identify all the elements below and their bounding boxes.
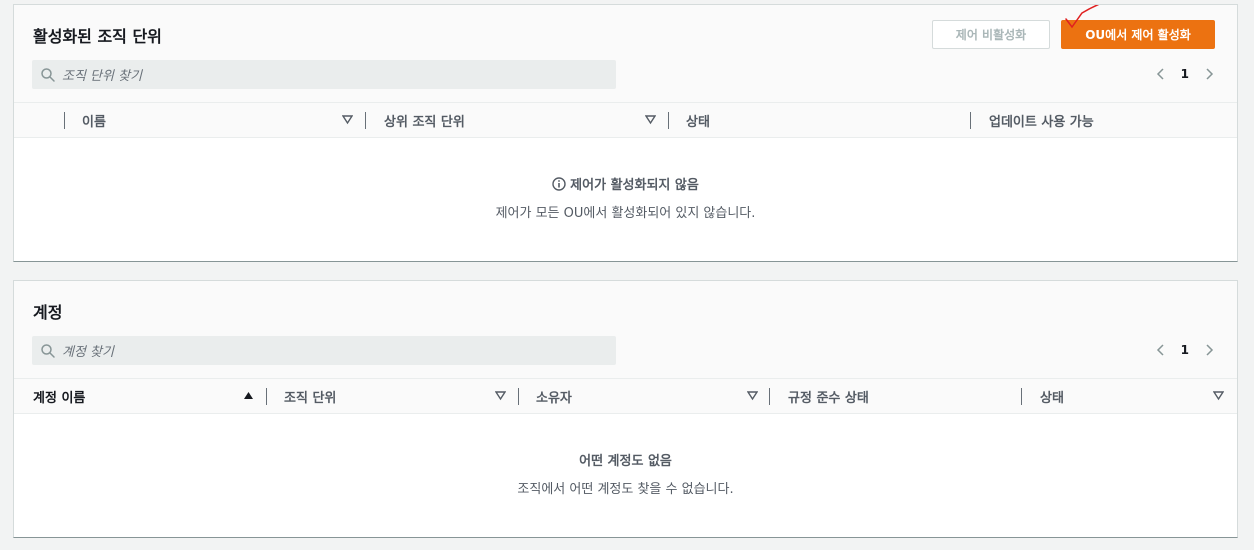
column-header-owner[interactable]: 소유자 (536, 379, 572, 413)
accounts-search-input[interactable]: 계정 찾기 (32, 336, 616, 365)
column-header-status[interactable]: 상태 (1040, 379, 1064, 413)
column-header-compliance-status[interactable]: 규정 준수 상태 (788, 379, 869, 413)
ou-empty-state-description: 제어가 모든 OU에서 활성화되어 있지 않습니다. (495, 206, 756, 221)
ou-empty-state-title: 제어가 활성화되지 않음 (14, 174, 1237, 193)
accounts-panel: 계정 계정 찾기 1 계정 이름 조직 단위 소유자 규정 준수 상태 상태 어… (13, 280, 1238, 538)
column-divider (668, 112, 669, 129)
info-icon (552, 176, 566, 191)
enable-control-on-ou-button[interactable]: OU에서 제어 활성화 (1061, 20, 1215, 49)
ou-pagination: 1 (1155, 64, 1215, 84)
chevron-right-icon[interactable] (1203, 342, 1215, 358)
column-header-account-name[interactable]: 계정 이름 (33, 379, 85, 413)
accounts-table-header: 계정 이름 조직 단위 소유자 규정 준수 상태 상태 (14, 378, 1237, 414)
search-icon (40, 343, 56, 359)
caret-down-icon[interactable] (645, 114, 656, 125)
caret-down-icon[interactable] (1213, 390, 1224, 401)
column-divider (769, 388, 770, 405)
ou-page-number[interactable]: 1 (1181, 67, 1189, 81)
accounts-page-number[interactable]: 1 (1181, 343, 1189, 357)
caret-down-icon[interactable] (747, 390, 758, 401)
column-divider (266, 388, 267, 405)
chevron-left-icon[interactable] (1155, 342, 1167, 358)
search-icon (40, 67, 56, 83)
accounts-table-body: 어떤 계정도 없음 조직에서 어떤 계정도 찾을 수 없습니다. (14, 414, 1237, 537)
column-divider (970, 112, 971, 129)
caret-up-icon[interactable] (243, 390, 254, 401)
column-header-name[interactable]: 이름 (82, 103, 106, 137)
ou-panel-title: 활성화된 조직 단위 (33, 27, 162, 46)
ou-search-placeholder: 조직 단위 찾기 (62, 69, 143, 84)
column-header-ou[interactable]: 조직 단위 (284, 379, 336, 413)
chevron-left-icon[interactable] (1155, 66, 1167, 82)
column-header-parent-ou[interactable]: 상위 조직 단위 (384, 103, 465, 137)
column-divider (518, 388, 519, 405)
column-divider (365, 112, 366, 129)
accounts-empty-state-title: 어떤 계정도 없음 (579, 454, 672, 469)
accounts-empty-state-description: 조직에서 어떤 계정도 찾을 수 없습니다. (517, 482, 734, 497)
accounts-panel-title: 계정 (33, 303, 63, 322)
disable-control-button[interactable]: 제어 비활성화 (932, 20, 1050, 49)
ou-table-body: 제어가 활성화되지 않음 제어가 모든 OU에서 활성화되어 있지 않습니다. (14, 138, 1237, 261)
accounts-pagination: 1 (1155, 340, 1215, 360)
ou-search-input[interactable]: 조직 단위 찾기 (32, 60, 616, 89)
enabled-ou-panel: 활성화된 조직 단위 제어 비활성화 OU에서 제어 활성화 조직 단위 찾기 … (13, 4, 1238, 262)
column-header-status[interactable]: 상태 (686, 103, 710, 137)
accounts-search-placeholder: 계정 찾기 (62, 345, 114, 360)
column-header-update-available[interactable]: 업데이트 사용 가능 (989, 103, 1094, 137)
ou-table-header: 이름 상위 조직 단위 상태 업데이트 사용 가능 (14, 102, 1237, 138)
caret-down-icon[interactable] (495, 390, 506, 401)
caret-down-icon[interactable] (342, 114, 353, 125)
chevron-right-icon[interactable] (1203, 66, 1215, 82)
column-divider (1021, 388, 1022, 405)
column-divider (64, 112, 65, 129)
